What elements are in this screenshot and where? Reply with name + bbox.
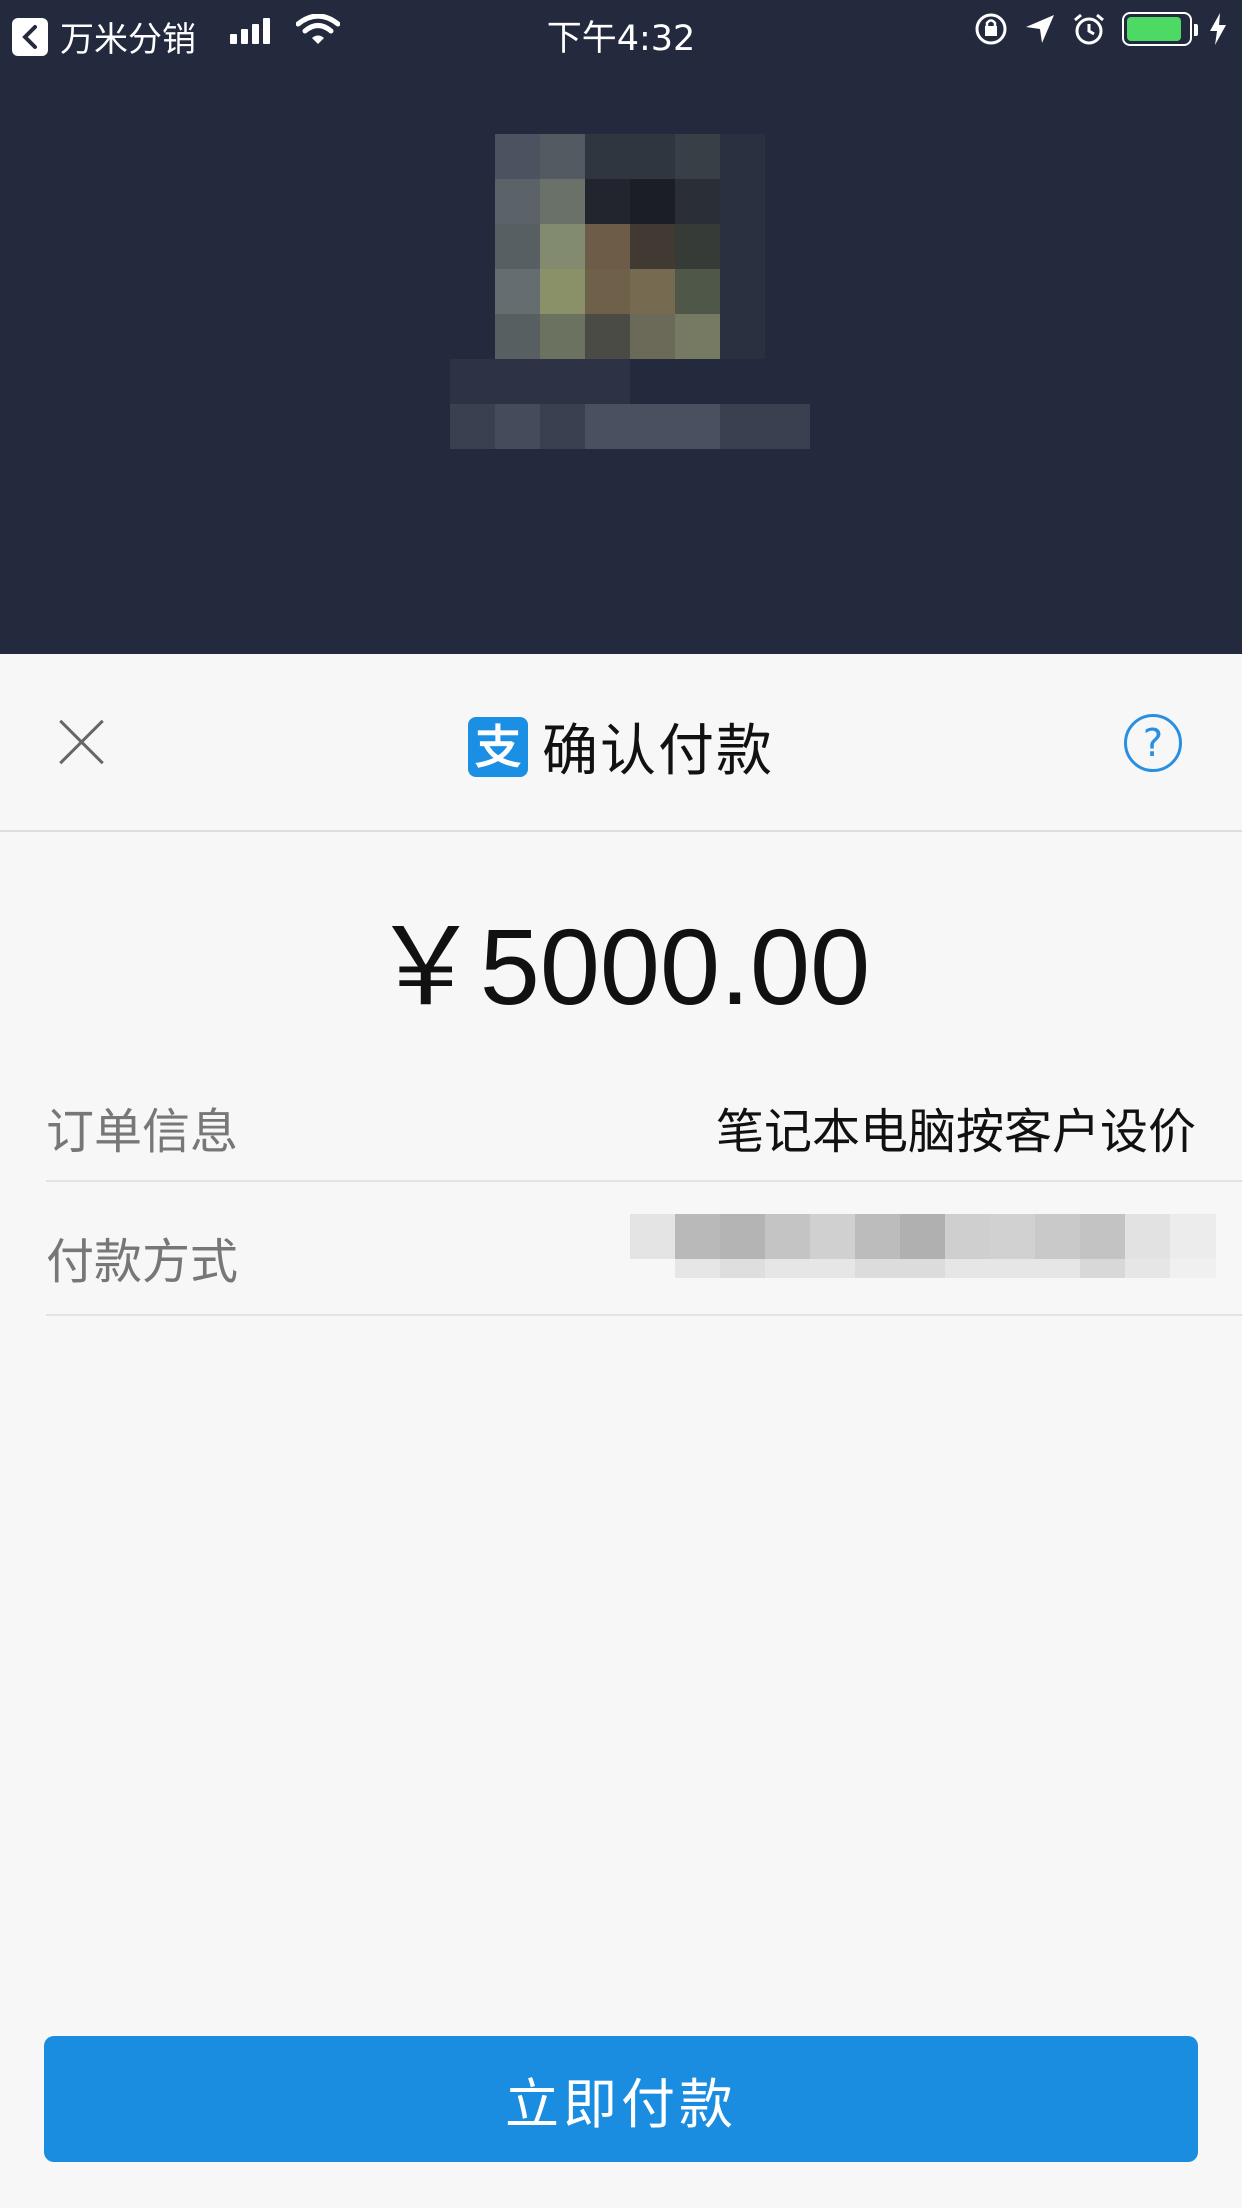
order-info-label: 订单信息 [46, 1104, 239, 1160]
alarm-icon [1074, 13, 1104, 45]
sheet-title: 确认付款 [542, 719, 774, 784]
battery-level [1127, 17, 1181, 41]
merchant-avatar-pixelated [450, 134, 810, 452]
merchant-header: 万米分销 下午4:32 [0, 0, 1242, 654]
rotation-lock-icon [975, 13, 1007, 45]
payment-method-label: 付款方式 [46, 1234, 239, 1290]
payment-method-row[interactable]: 付款方式 [46, 1182, 1242, 1316]
payment-amount: ￥5000.00 [371, 906, 871, 1027]
battery-icon [1122, 12, 1198, 46]
status-right-icons [974, 12, 1228, 46]
alipay-logo-icon: 支 [468, 716, 528, 777]
order-info-row: 订单信息 笔记本电脑按客户设价 [46, 1064, 1242, 1182]
charging-bolt-icon [1210, 13, 1226, 45]
sheet-header: 支 确认付款 ? [0, 654, 1242, 832]
status-bar: 万米分销 下午4:32 [0, 0, 1242, 62]
order-info-value: 笔记本电脑按客户设价 [715, 1104, 1196, 1160]
location-arrow-icon [1026, 15, 1054, 43]
payment-confirm-sheet: 支 确认付款 ? ￥5000.00 订单信息 笔记本电脑按客户设价 付款方式 立… [0, 654, 1242, 2208]
pay-now-button[interactable]: 立即付款 [44, 2036, 1198, 2162]
sheet-title-group: 支 确认付款 [0, 706, 1242, 787]
help-icon[interactable]: ? [1124, 714, 1182, 772]
payment-method-value-pixelated [630, 1214, 1216, 1278]
